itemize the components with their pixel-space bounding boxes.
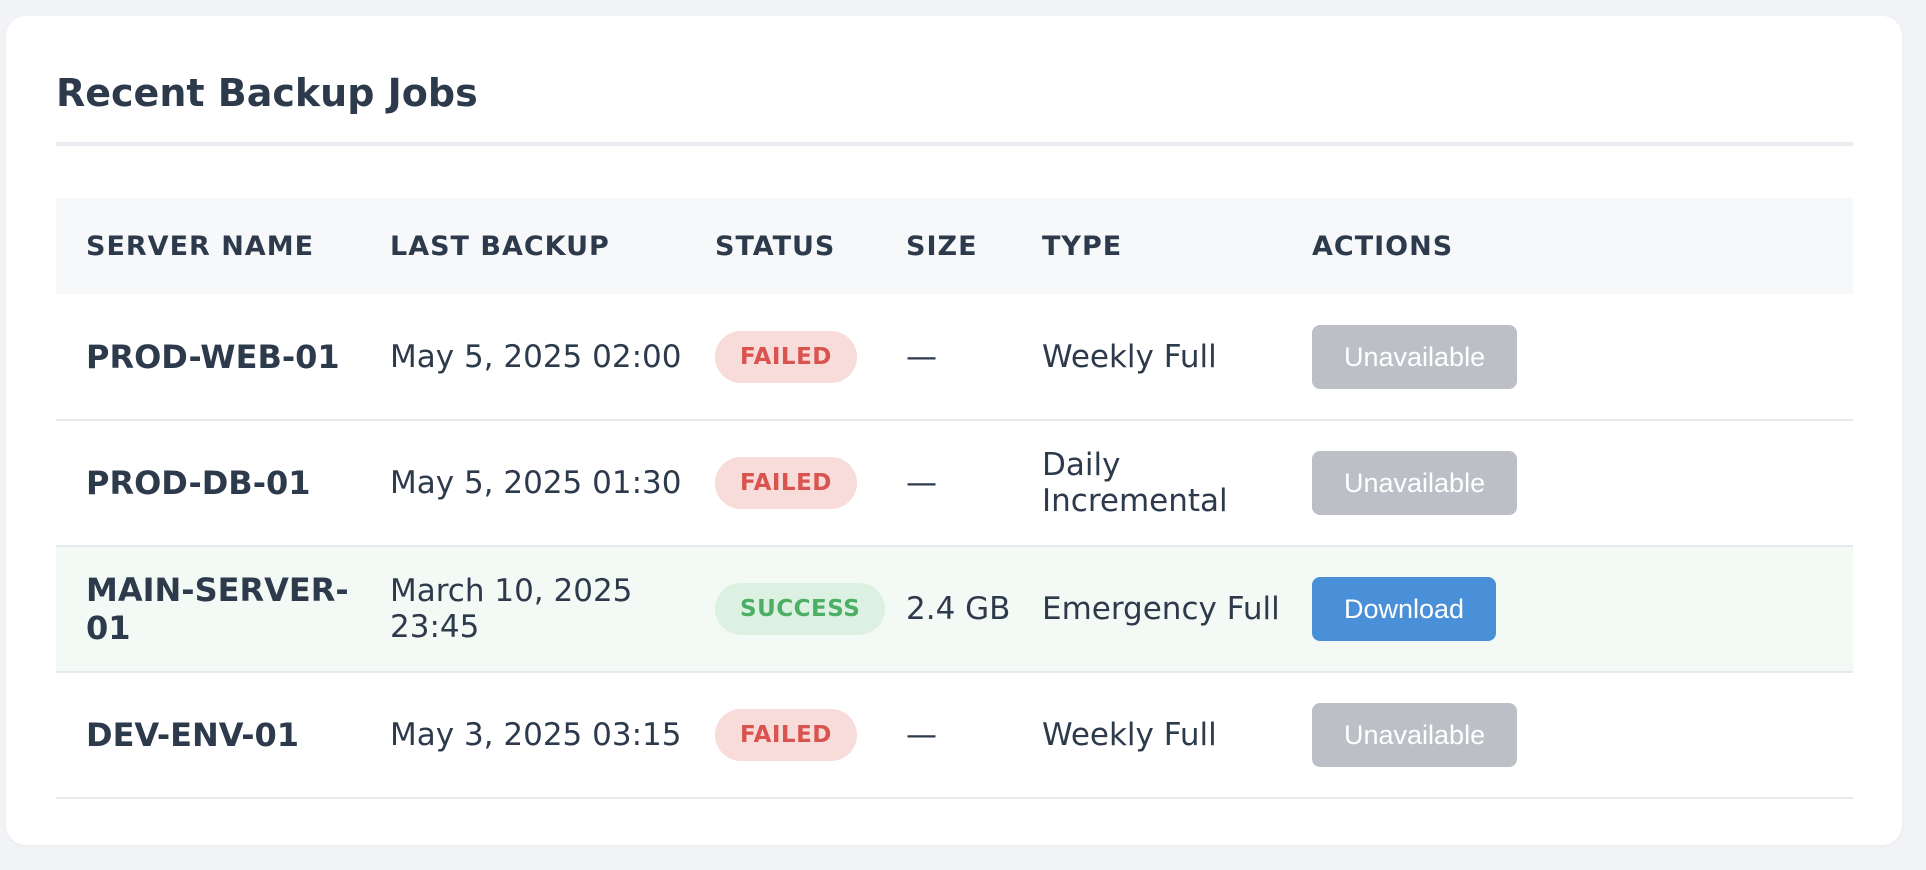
backup-size: — [906,465,937,501]
card-title: Recent Backup Jobs [56,71,478,115]
status-badge: SUCCESS [715,583,886,635]
column-header-actions: ACTIONS [1312,230,1454,262]
last-backup: May 5, 2025 02:00 [390,338,682,375]
status-badge: FAILED [715,330,857,383]
backup-size: — [906,717,937,753]
backup-size: — [906,338,937,375]
status-badge: FAILED [715,709,857,761]
backup-size: 2.4 GB [906,591,1011,627]
backup-type: Emergency Full [1042,591,1280,627]
unavailable-button[interactable]: Unavailable [1312,451,1518,515]
unavailable-button[interactable]: Unavailable [1312,324,1518,389]
table-row: MAIN-SERVER-01 March 10, 2025 23:45 SUCC… [56,546,1853,672]
server-name: MAIN-SERVER-01 [86,571,349,647]
table-header-row: SERVER NAME LAST BACKUP STATUS SIZE TYPE… [56,198,1853,294]
backup-jobs-card: Recent Backup Jobs SERVER NAME LAST BACK… [6,16,1902,845]
download-button[interactable]: Download [1312,577,1497,641]
column-header-last-backup: LAST BACKUP [390,230,610,262]
backup-jobs-table: SERVER NAME LAST BACKUP STATUS SIZE TYPE… [56,198,1853,799]
column-header-type: TYPE [1042,230,1123,262]
last-backup: May 5, 2025 01:30 [390,465,682,501]
last-backup: March 10, 2025 23:45 [390,573,633,645]
server-name: PROD-DB-01 [86,464,311,502]
server-name: PROD-WEB-01 [86,337,340,376]
backup-type: Daily Incremental [1042,447,1228,519]
unavailable-button[interactable]: Unavailable [1312,703,1518,767]
status-badge: FAILED [715,457,857,509]
last-backup: May 3, 2025 03:15 [390,717,682,753]
backup-type: Weekly Full [1042,717,1217,753]
title-divider [56,142,1853,146]
column-header-size: SIZE [906,230,978,262]
server-name: DEV-ENV-01 [86,716,300,754]
column-header-server-name: SERVER NAME [86,230,315,262]
table-row: DEV-ENV-01 May 3, 2025 03:15 FAILED — We… [56,672,1853,798]
table-row: PROD-DB-01 May 5, 2025 01:30 FAILED — Da… [56,420,1853,546]
backup-type: Weekly Full [1042,338,1217,375]
column-header-status: STATUS [715,230,836,262]
table-row: PROD-WEB-01 May 5, 2025 02:00 FAILED — W… [56,294,1853,420]
